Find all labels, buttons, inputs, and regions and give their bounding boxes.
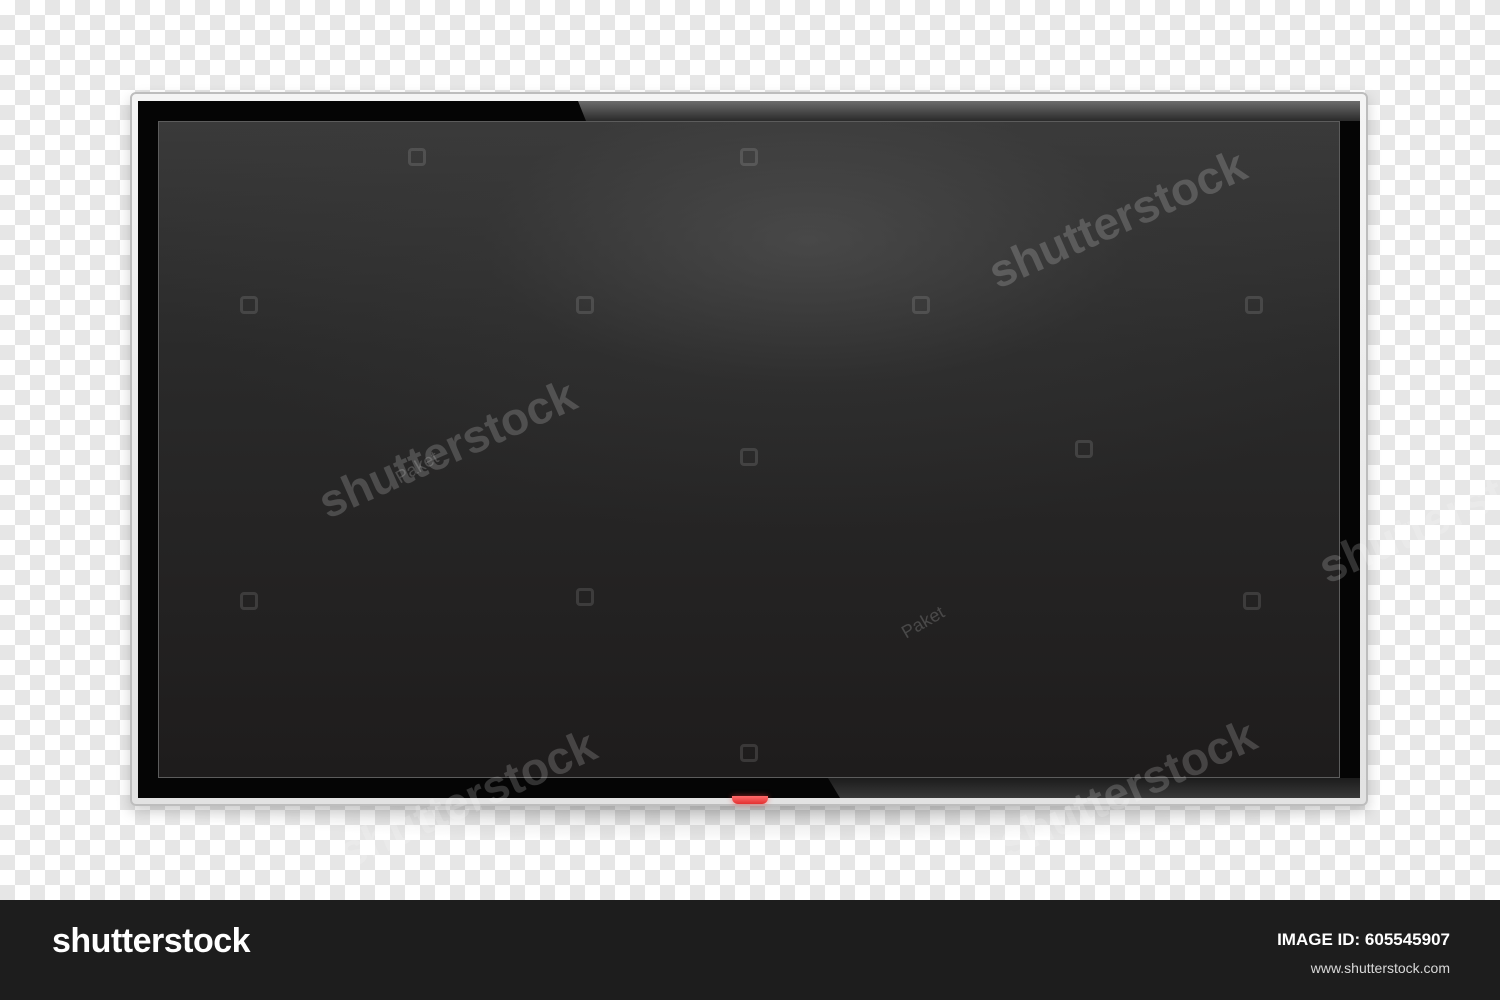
power-led [732, 796, 768, 804]
bezel-top-glare [578, 101, 1360, 121]
site-url: www.shutterstock.com [1310, 960, 1450, 976]
tv-shadow [140, 800, 1370, 840]
image-id: IMAGE ID: 605545907 [1277, 930, 1450, 949]
tv-screen [158, 121, 1340, 778]
bezel-bottom-glare [828, 778, 1360, 798]
stock-image: shutterstock shutterstock shutterstock s… [0, 0, 1500, 1000]
shutterstock-logo: shutterstock [52, 922, 251, 960]
